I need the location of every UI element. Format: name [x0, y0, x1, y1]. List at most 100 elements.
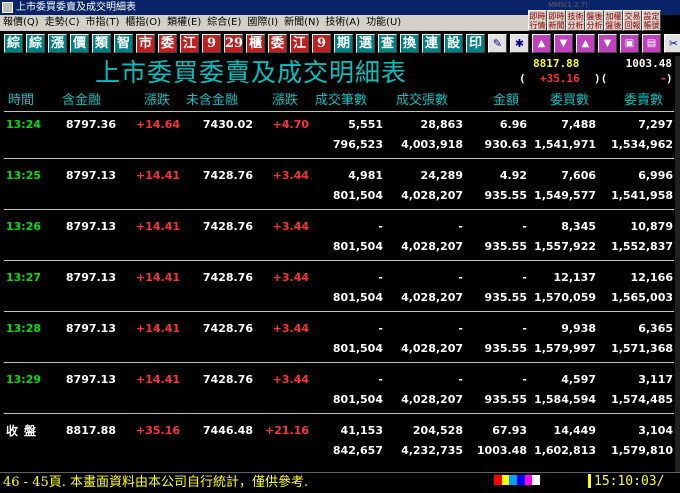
row-amount: - [522, 271, 527, 284]
window-title: 上市委買委賣及成交明細表 [16, 2, 136, 13]
toolbar-button[interactable]: 價 [70, 34, 89, 53]
row-time: 13:25 [6, 169, 42, 182]
row-trades: - [378, 322, 383, 335]
menu-item[interactable]: 走勢(C) [42, 15, 83, 31]
menu-item[interactable]: 綜合(E) [204, 15, 244, 31]
toolbar-button[interactable]: 市 [136, 34, 155, 53]
toolbar-button[interactable]: ✂ [664, 34, 680, 53]
toolbar-button[interactable]: 設 [444, 34, 463, 53]
row-bids: 12,137 [553, 271, 596, 284]
row-trades: - [378, 373, 383, 386]
toolbar-button[interactable]: 江 [180, 34, 199, 53]
toolbar-button[interactable]: ✎ [488, 34, 507, 53]
row-asks-cumulative: 1,565,003 [611, 291, 673, 304]
menu-item[interactable]: 功能(U) [363, 15, 404, 31]
toolbar-button[interactable]: ▼ [554, 34, 573, 53]
row-incl-change: +14.41 [135, 271, 180, 284]
status-color-swatch [524, 475, 533, 485]
row-excl-change: +4.70 [272, 118, 309, 131]
toolbar-button[interactable]: 連 [422, 34, 441, 53]
row-bids: 9,938 [561, 322, 596, 335]
row-trades: 41,153 [340, 424, 383, 437]
toolbar-button[interactable]: 委 [268, 34, 287, 53]
row-incl: 8797.13 [65, 271, 116, 284]
row-amount-cumulative: 935.55 [484, 189, 527, 202]
toolbar-button[interactable]: 期 [334, 34, 353, 53]
menu-item[interactable]: 技術(A) [322, 15, 363, 31]
row-amount: 4.92 [499, 169, 527, 182]
row-trades: - [378, 271, 383, 284]
quick-button[interactable]: 設定帳號 [642, 10, 661, 31]
toolbar-button[interactable]: 綜 [4, 34, 23, 53]
row-asks: 3,117 [638, 373, 673, 386]
status-clock: 15:10:03/ [594, 474, 665, 489]
toolbar-button[interactable]: 選 [356, 34, 375, 53]
row-incl: 8797.36 [65, 118, 116, 131]
row-excl: 7430.02 [202, 118, 253, 131]
toolbar-button[interactable]: 9 [312, 34, 331, 53]
row-lots-cumulative: 4,028,207 [401, 291, 463, 304]
row-excl-change: +3.44 [272, 220, 309, 233]
row-excl: 7428.76 [202, 373, 253, 386]
toolbar-button[interactable]: ✱ [510, 34, 529, 53]
row-asks-cumulative: 1,534,962 [611, 138, 673, 151]
quick-button[interactable]: 交易回報 [623, 10, 642, 31]
toolbar-button[interactable]: ▲ [532, 34, 551, 53]
column-header: 成交張數 [396, 93, 449, 108]
toolbar-button[interactable]: ▲ [576, 34, 595, 53]
toolbar-button[interactable]: 查 [378, 34, 397, 53]
menu-item[interactable]: 市指(T) [82, 15, 122, 31]
quick-button[interactable]: 盤後分析 [585, 10, 604, 31]
row-separator [4, 209, 674, 210]
row-lots: - [458, 322, 463, 335]
page-title: 上市委買委賣及成交明細表 [95, 58, 408, 87]
column-header: 成交筆數 [315, 93, 368, 108]
row-time: 13:26 [6, 220, 42, 233]
quick-button[interactable]: 即時行情 [528, 10, 547, 31]
row-trades: - [378, 220, 383, 233]
row-lots: 204,528 [412, 424, 463, 437]
row-bids-cumulative: 1,579,997 [534, 342, 596, 355]
row-bids: 8,345 [561, 220, 596, 233]
toolbar-button[interactable]: 印 [466, 34, 485, 53]
row-trades-cumulative: 801,504 [332, 342, 383, 355]
toolbar-button[interactable]: 智 [114, 34, 133, 53]
row-excl-change: +3.44 [272, 169, 309, 182]
row-bids: 7,606 [561, 169, 596, 182]
toolbar-button[interactable]: 漲 [48, 34, 67, 53]
toolbar-button[interactable]: ▼ [598, 34, 617, 53]
row-amount-cumulative: 935.55 [484, 393, 527, 406]
menu-item[interactable]: 國際(I) [244, 15, 281, 31]
open-paren: ( [519, 72, 526, 85]
toolbar-button[interactable]: 綜 [26, 34, 45, 53]
row-asks: 3,104 [638, 424, 673, 437]
row-asks: 10,879 [630, 220, 673, 233]
toolbar-button[interactable]: 委 [158, 34, 177, 53]
row-bids: 14,449 [553, 424, 596, 437]
toolbar-button[interactable]: 櫃 [246, 34, 265, 53]
row-incl-change: +14.41 [135, 220, 180, 233]
toolbar-button[interactable]: 9 [202, 34, 221, 53]
row-trades: 5,551 [348, 118, 383, 131]
row-excl: 7428.76 [202, 271, 253, 284]
menu-item[interactable]: 櫃指(O) [122, 15, 164, 31]
quick-button[interactable]: 加權盤後 [604, 10, 623, 31]
toolbar-button[interactable]: 類 [92, 34, 111, 53]
menu-item[interactable]: 新聞(N) [281, 15, 322, 31]
row-bids: 7,488 [561, 118, 596, 131]
row-incl: 8817.88 [65, 424, 116, 437]
row-separator [4, 158, 674, 159]
toolbar-button[interactable]: 換 [400, 34, 419, 53]
toolbar-button[interactable]: 江 [290, 34, 309, 53]
quick-button[interactable]: 技術分析 [566, 10, 585, 31]
toolbar-button[interactable]: 29 [224, 34, 243, 53]
menu-item[interactable]: 報價(Q) [0, 15, 42, 31]
row-lots-cumulative: 4,028,207 [401, 240, 463, 253]
row-separator [4, 260, 674, 261]
quick-button[interactable]: 即時新聞 [547, 10, 566, 31]
toolbar-button[interactable]: ▣ [620, 34, 639, 53]
vertical-scrollbar[interactable] [675, 56, 680, 472]
toolbar-button[interactable]: ▤ [642, 34, 661, 53]
menu-item[interactable]: 類權(E) [164, 15, 204, 31]
row-bids-cumulative: 1,570,059 [534, 291, 596, 304]
